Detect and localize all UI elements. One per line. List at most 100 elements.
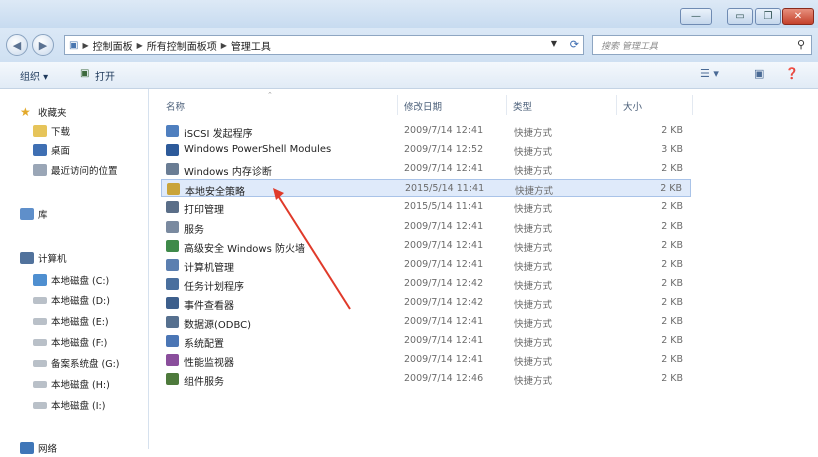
close-button[interactable]: ✕ [782, 8, 814, 25]
navigation-pane: ★ 收藏夹 下载 桌面 最近访问的位置 库 计算机 本地磁盘 (C:) 本地磁盘… [0, 89, 149, 455]
table-row[interactable]: 服务 2009/7/14 12:41 快捷方式 2 KB [161, 218, 691, 236]
libraries-node[interactable]: 库 [20, 205, 48, 223]
star-icon: ★ [20, 105, 31, 119]
file-date: 2009/7/14 12:42 [404, 296, 484, 308]
table-row[interactable]: Windows 内存诊断 2009/7/14 12:41 快捷方式 2 KB [161, 160, 691, 178]
file-date: 2009/7/14 12:46 [404, 373, 484, 385]
organize-button[interactable]: 组织 ▾ [20, 68, 48, 83]
open-button[interactable]: 打开 [95, 68, 115, 83]
maximize-button[interactable]: ▭ [727, 8, 753, 25]
drive-icon [33, 338, 47, 346]
breadcrumb-item[interactable]: 管理工具 [227, 38, 275, 53]
table-row[interactable]: 高级安全 Windows 防火墙 2009/7/14 12:41 快捷方式 2 KB [161, 237, 691, 255]
back-arrow-icon: ◀ [12, 38, 22, 52]
forward-button[interactable]: ▶ [32, 34, 54, 56]
file-type: 快捷方式 [514, 128, 553, 139]
view-options-icon[interactable]: ☰ ▾ [700, 67, 719, 80]
file-size: 3 KB [661, 144, 683, 156]
computer-node[interactable]: 计算机 [20, 249, 67, 267]
sidebar-item-label: 桌面 [51, 146, 71, 157]
help-icon[interactable]: ❓ [785, 67, 799, 80]
drive-icon [33, 401, 47, 409]
column-divider[interactable] [692, 95, 693, 115]
file-size: 2 KB [661, 163, 683, 175]
iscsi-icon [166, 125, 179, 137]
file-name: 本地安全策略 [185, 187, 245, 199]
file-date: 2009/7/14 12:41 [404, 354, 484, 366]
file-date: 2009/7/14 12:41 [404, 258, 484, 270]
system-drive-icon [33, 274, 47, 286]
file-date: 2009/7/14 12:41 [404, 335, 484, 347]
file-name: 性能监视器 [184, 358, 234, 370]
sidebar-item-label: 备案系统盘 (G:) [51, 359, 120, 370]
sidebar-item-recent[interactable]: 最近访问的位置 [33, 161, 118, 179]
column-divider[interactable] [397, 95, 398, 115]
sidebar-item-drive[interactable]: 备案系统盘 (G:) [33, 354, 120, 372]
favorites-label: 收藏夹 [38, 108, 67, 119]
refresh-icon[interactable]: ⟳ [570, 38, 579, 51]
network-node[interactable]: 网络 [20, 439, 57, 457]
table-row[interactable]: 组件服务 2009/7/14 12:46 快捷方式 2 KB [161, 370, 691, 388]
file-name: Windows PowerShell Modules [184, 144, 332, 156]
recent-places-icon [33, 164, 47, 176]
task-scheduler-icon [166, 277, 179, 290]
sidebar-item-desktop[interactable]: 桌面 [33, 141, 70, 159]
restore-button[interactable]: ❐ [755, 8, 781, 25]
address-dropdown-icon[interactable]: ▼ [551, 39, 557, 48]
file-size: 2 KB [661, 201, 683, 213]
preview-pane-icon[interactable]: ▣ [754, 67, 764, 80]
address-bar[interactable]: ▣ ▶ 控制面板 ▶ 所有控制面板项 ▶ 管理工具 ▼ ⟳ [64, 35, 584, 55]
column-header-date[interactable]: 修改日期 [404, 99, 442, 113]
sidebar-item-label: 本地磁盘 (F:) [51, 338, 108, 349]
table-row[interactable]: 性能监视器 2009/7/14 12:41 快捷方式 2 KB [161, 351, 691, 369]
sidebar-item-label: 下载 [51, 127, 71, 138]
table-row[interactable]: 本地安全策略 2015/5/14 11:41 快捷方式 2 KB [161, 179, 691, 199]
sidebar-item-drive[interactable]: 本地磁盘 (H:) [33, 375, 110, 393]
table-row[interactable]: iSCSI 发起程序 2009/7/14 12:41 快捷方式 2 KB [161, 122, 691, 140]
file-type: 快捷方式 [514, 376, 553, 388]
table-row[interactable]: 系统配置 2009/7/14 12:41 快捷方式 2 KB [161, 332, 691, 350]
search-input[interactable]: 搜索 管理工具 ⚲ [592, 35, 812, 55]
sidebar-item-drive[interactable]: 本地磁盘 (E:) [33, 312, 109, 330]
back-button[interactable]: ◀ [6, 34, 28, 56]
file-type: 快捷方式 [514, 261, 553, 273]
event-viewer-icon [166, 296, 179, 309]
table-row[interactable]: 事件查看器 2009/7/14 12:42 快捷方式 2 KB [161, 294, 691, 312]
column-header-type[interactable]: 类型 [513, 99, 532, 113]
table-row[interactable]: 任务计划程序 2009/7/14 12:42 快捷方式 2 KB [161, 275, 691, 293]
file-name: 系统配置 [184, 339, 224, 351]
sidebar-item-downloads[interactable]: 下载 [33, 122, 70, 140]
file-type: 快捷方式 [514, 223, 553, 235]
sidebar-item-label: 本地磁盘 (D:) [51, 296, 110, 307]
favorites-node[interactable]: ★ 收藏夹 [20, 103, 67, 121]
search-icon[interactable]: ⚲ [797, 38, 805, 51]
file-date: 2009/7/14 12:41 [404, 220, 484, 232]
table-row[interactable]: 数据源(ODBC) 2009/7/14 12:41 快捷方式 2 KB [161, 313, 691, 331]
breadcrumb-item[interactable]: 所有控制面板项 [143, 38, 221, 53]
minimize-button[interactable]: — [680, 8, 712, 25]
table-row[interactable]: 计算机管理 2009/7/14 12:41 快捷方式 2 KB [161, 256, 691, 274]
sidebar-item-drive[interactable]: 本地磁盘 (F:) [33, 333, 107, 351]
sidebar-item-drive[interactable]: 本地磁盘 (C:) [33, 271, 109, 289]
file-date: 2009/7/14 12:41 [404, 125, 484, 136]
address-row: ◀ ▶ ▣ ▶ 控制面板 ▶ 所有控制面板项 ▶ 管理工具 ▼ ⟳ 搜索 管理工… [0, 28, 818, 62]
file-type: 快捷方式 [514, 242, 553, 254]
column-header-size[interactable]: 大小 [623, 99, 642, 113]
file-size: 2 KB [661, 239, 683, 251]
security-policy-icon [167, 183, 180, 196]
column-header-name[interactable]: 名称 [166, 99, 185, 113]
libraries-label: 库 [38, 210, 48, 221]
column-divider[interactable] [616, 95, 617, 115]
command-bar: 组织 ▾ ▣ 打开 ☰ ▾ ▣ ❓ [0, 62, 818, 89]
sidebar-item-drive[interactable]: 本地磁盘 (I:) [33, 396, 105, 414]
file-size: 2 KB [661, 258, 683, 270]
sidebar-item-label: 本地磁盘 (C:) [51, 276, 110, 287]
file-size: 2 KB [661, 316, 683, 327]
breadcrumb-item[interactable]: 控制面板 [89, 38, 137, 53]
memory-icon [166, 163, 179, 176]
table-row[interactable]: 打印管理 2015/5/14 11:41 快捷方式 2 KB [161, 198, 691, 216]
column-divider[interactable] [506, 95, 507, 115]
file-type: 快捷方式 [514, 357, 553, 369]
sidebar-item-drive[interactable]: 本地磁盘 (D:) [33, 291, 110, 309]
table-row[interactable]: Windows PowerShell Modules 2009/7/14 12:5… [161, 141, 691, 159]
